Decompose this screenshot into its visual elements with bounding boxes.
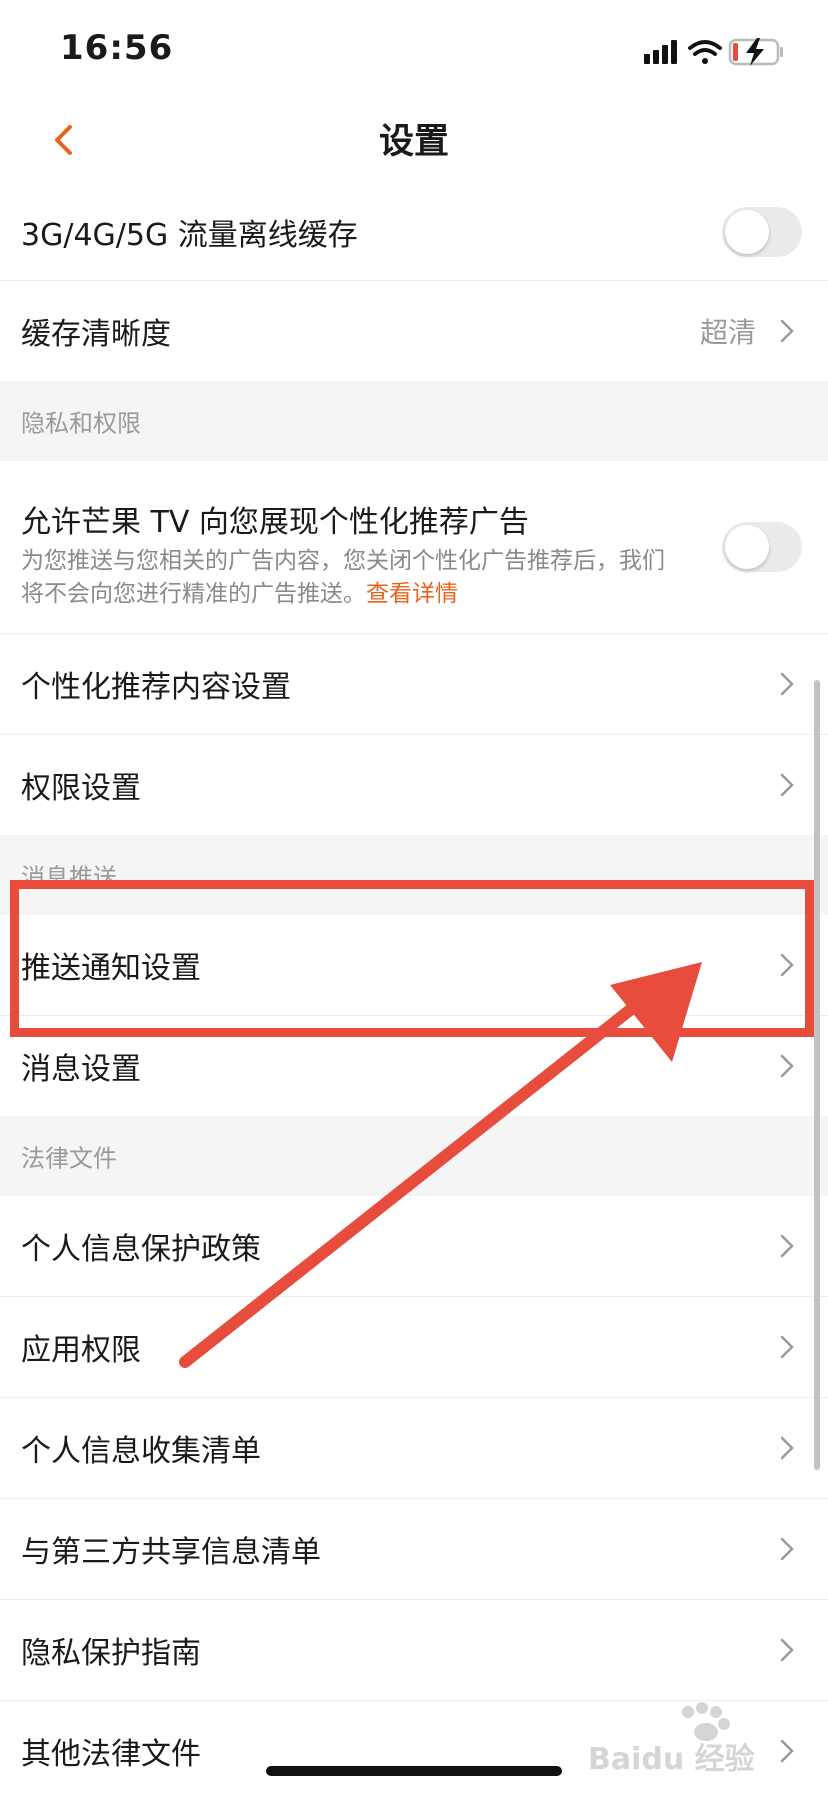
row-label: 与第三方共享信息清单 [21,1535,321,1570]
section-header-messages: 消息推送 [0,835,828,915]
status-bar: 16:56 [0,0,828,95]
chevron-right-icon [780,1234,794,1258]
row-cellular-offline-cache: 3G/4G/5G 流量离线缓存 [0,184,828,281]
section-header-legal: 法律文件 [0,1116,828,1196]
row-description: 为您推送与您相关的广告内容，您关闭个性化广告推荐后，我们将不会向您进行精准的广告… [21,545,681,611]
chevron-right-icon [780,773,794,797]
section-title: 法律文件 [21,1144,117,1173]
chevron-right-icon [780,319,794,343]
row-privacy-guide[interactable]: 隐私保护指南 [0,1600,828,1701]
row-label: 个人信息保护政策 [21,1232,261,1267]
row-label: 个性化推荐内容设置 [21,670,291,705]
description-text: 为您推送与您相关的广告内容，您关闭个性化广告推荐后，我们将不会向您进行精准的广告… [21,548,665,607]
toggle-knob [725,525,769,569]
status-icons [644,34,794,74]
personalized-ads-toggle[interactable] [722,522,802,572]
row-push-notification-settings[interactable]: 推送通知设置 [0,915,828,1016]
row-message-settings[interactable]: 消息设置 [0,1016,828,1116]
row-label: 权限设置 [21,771,141,806]
battery-charging-icon [728,38,783,66]
chevron-right-icon [780,953,794,977]
row-label: 3G/4G/5G 流量离线缓存 [21,218,358,253]
row-label: 其他法律文件 [21,1737,201,1772]
row-privacy-policy[interactable]: 个人信息保护政策 [0,1196,828,1297]
section-title: 消息推送 [21,863,117,892]
chevron-right-icon [780,1436,794,1460]
baidu-watermark: Baidu 经验 [578,1700,798,1777]
row-personalized-content[interactable]: 个性化推荐内容设置 [0,634,828,735]
row-label: 个人信息收集清单 [21,1434,261,1469]
chevron-right-icon [780,1638,794,1662]
row-label: 允许芒果 TV 向您展现个性化推荐广告 [21,505,529,540]
row-app-permissions[interactable]: 应用权限 [0,1297,828,1398]
status-time: 16:56 [60,28,174,68]
row-label: 应用权限 [21,1333,141,1368]
chevron-right-icon [780,1054,794,1078]
toggle-knob [725,210,769,254]
chevron-right-icon [780,672,794,696]
row-label: 推送通知设置 [21,951,201,986]
section-header-privacy: 隐私和权限 [0,381,828,461]
row-personalized-ads: 允许芒果 TV 向您展现个性化推荐广告 为您推送与您相关的广告内容，您关闭个性化… [0,461,828,634]
home-indicator[interactable] [266,1766,562,1776]
section-title: 隐私和权限 [21,409,141,438]
row-permission-settings[interactable]: 权限设置 [0,735,828,835]
row-label: 消息设置 [21,1052,141,1087]
scrollbar[interactable] [814,680,820,1470]
cellular-cache-toggle[interactable] [722,207,802,257]
row-cache-quality[interactable]: 缓存清晰度 超清 [0,281,828,381]
row-label: 隐私保护指南 [21,1636,201,1671]
wifi-icon [688,40,722,64]
watermark-text: Baidu 经验 [588,1742,755,1777]
chevron-right-icon [780,1335,794,1359]
row-info-collection-list[interactable]: 个人信息收集清单 [0,1398,828,1499]
settings-list: 3G/4G/5G 流量离线缓存 缓存清晰度 超清 隐私和权限 允许芒果 TV 向… [0,184,828,1801]
nav-bar: 设置 [0,95,828,185]
view-details-link[interactable]: 查看详情 [366,581,458,607]
row-third-party-sharing-list[interactable]: 与第三方共享信息清单 [0,1499,828,1600]
row-label: 缓存清晰度 [21,317,171,352]
page-title: 设置 [378,122,449,162]
row-value: 超清 [699,316,756,349]
signal-icon [644,40,677,64]
chevron-right-icon [780,1537,794,1561]
